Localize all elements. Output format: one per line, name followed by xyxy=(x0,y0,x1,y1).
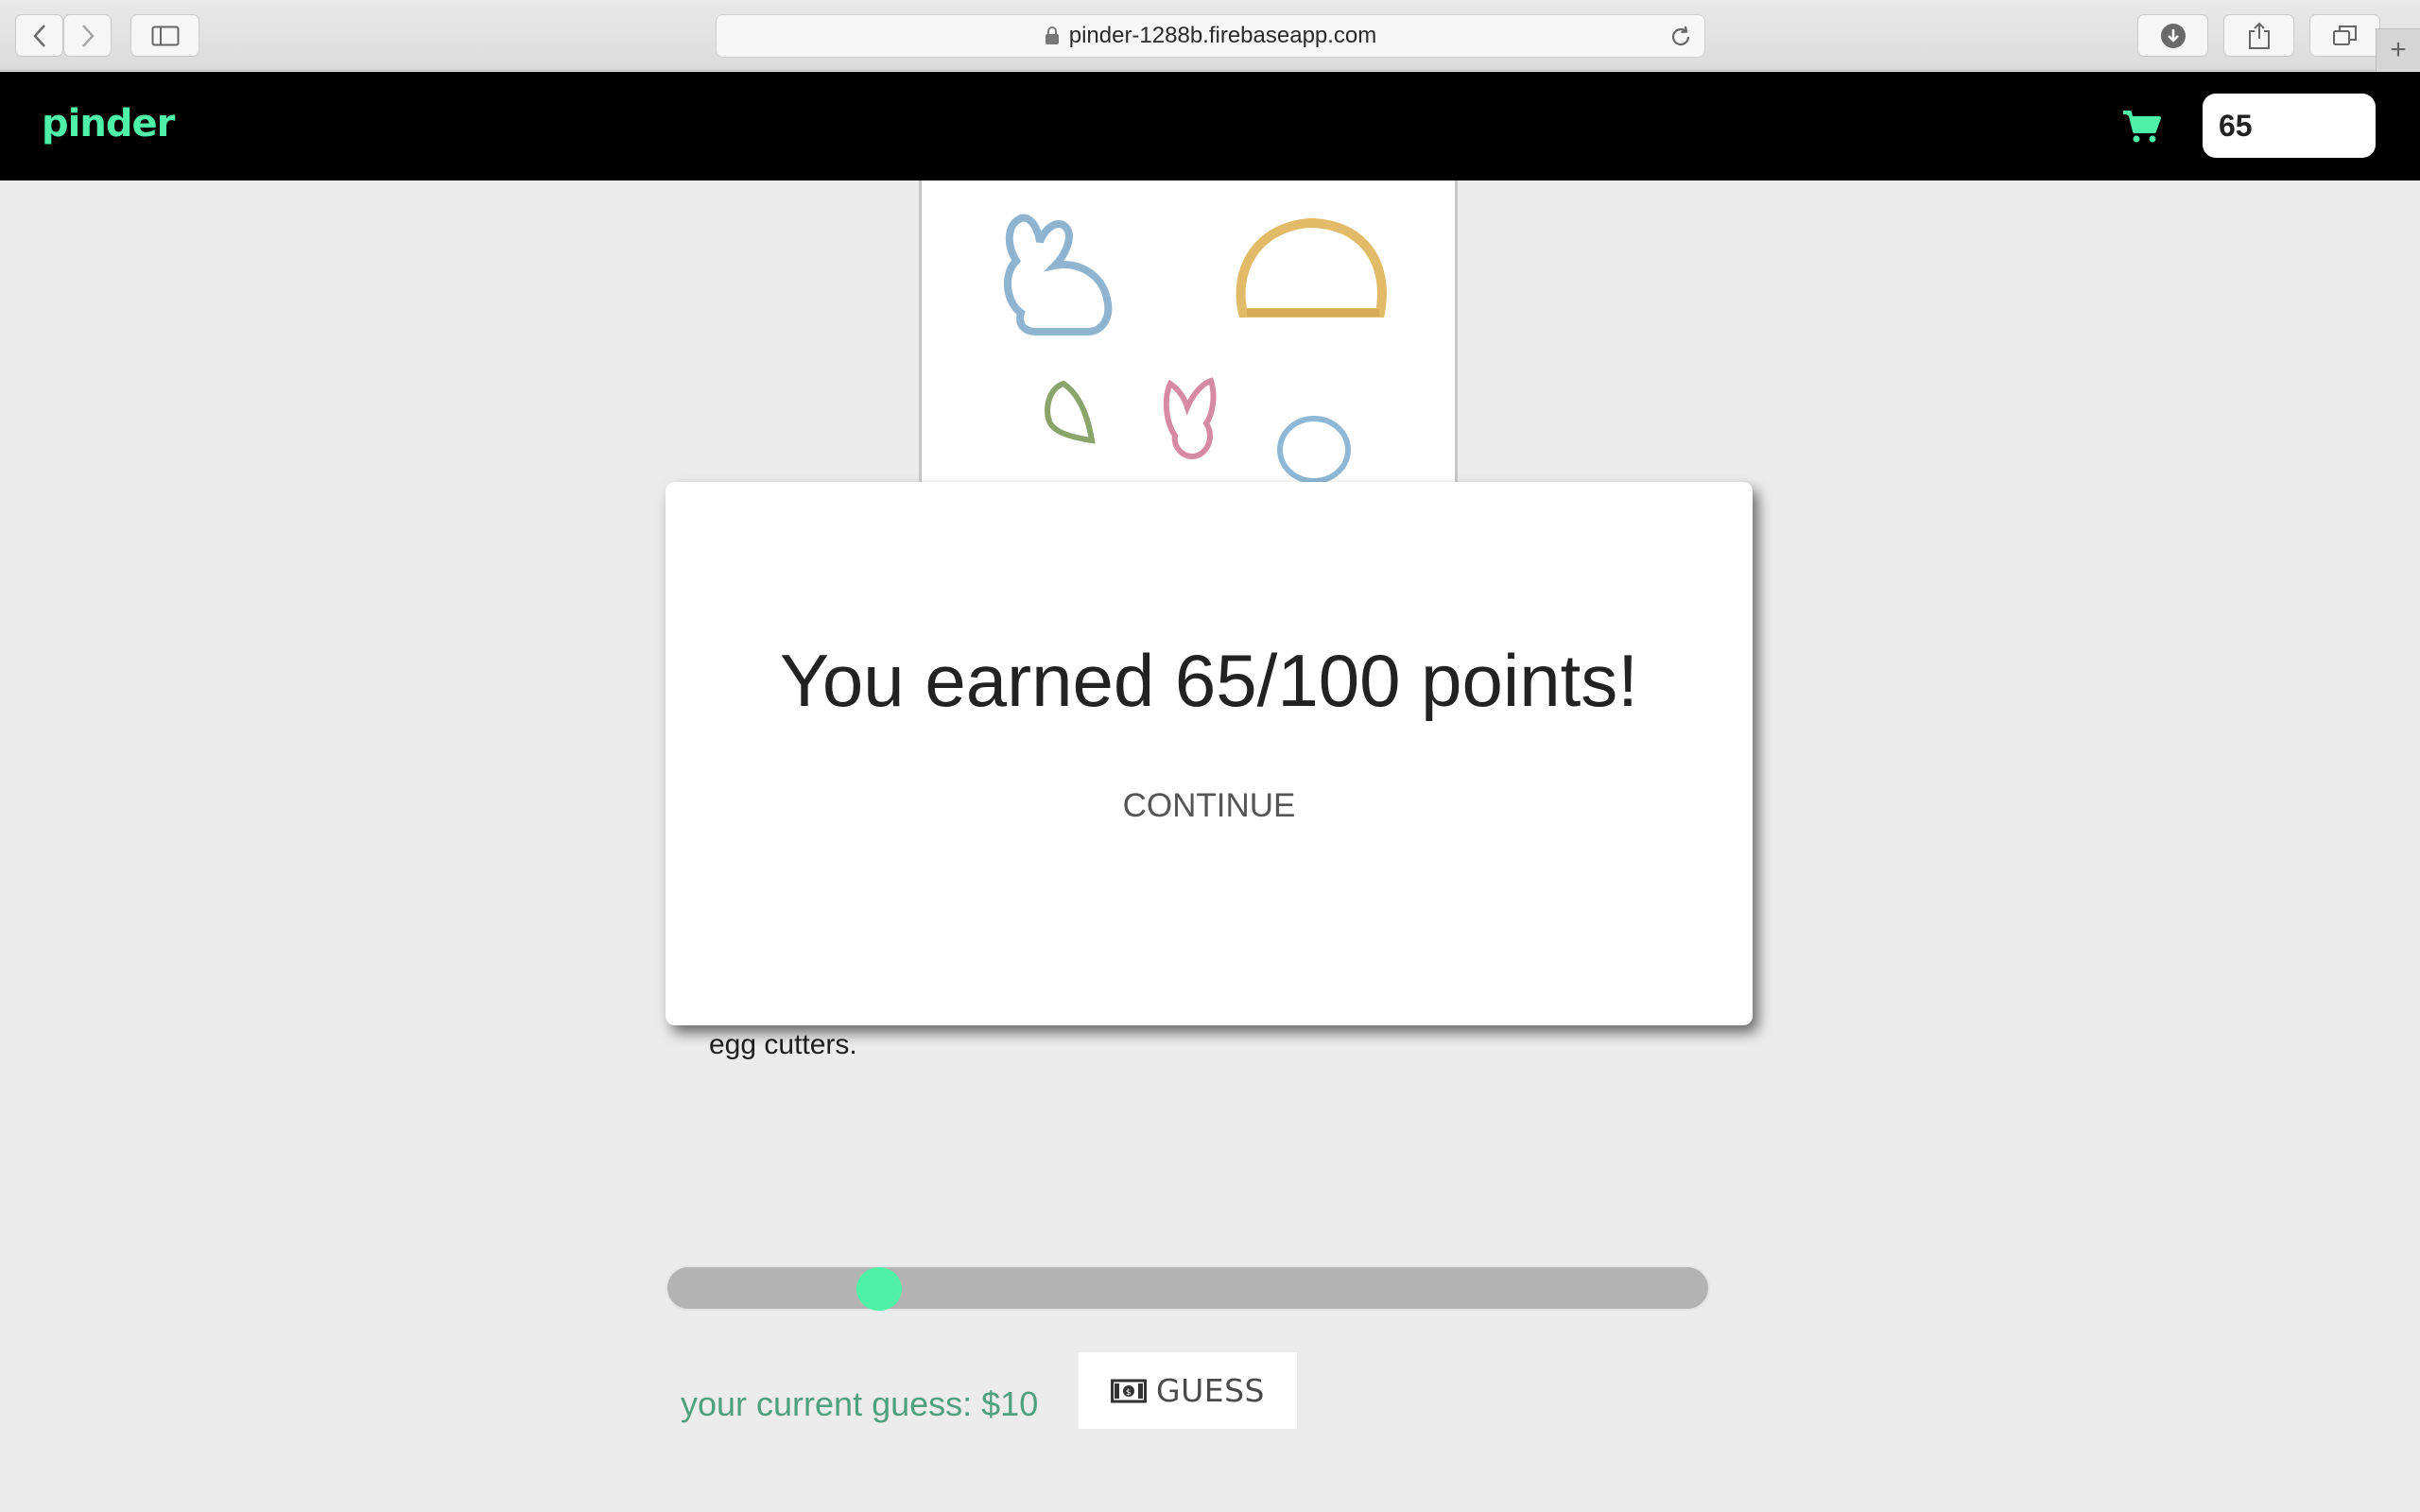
current-guess-text: your current guess: $10 xyxy=(681,1384,1039,1423)
result-title: You earned 65/100 points! xyxy=(780,639,1638,722)
lock-icon xyxy=(1045,26,1059,44)
app-navbar: pinder 65 xyxy=(0,72,2420,180)
price-slider[interactable] xyxy=(666,1265,1710,1311)
chevron-left-icon xyxy=(32,24,45,47)
download-icon xyxy=(2160,23,2186,48)
new-tab-button[interactable]: + xyxy=(2376,28,2420,71)
money-icon: $ xyxy=(1111,1379,1147,1402)
shopping-cart-icon[interactable] xyxy=(2121,110,2161,144)
browser-toolbar: pinder-1288b.firebaseapp.com + xyxy=(0,0,2420,71)
continue-button[interactable]: CONTINUE xyxy=(666,787,1753,825)
product-image xyxy=(919,180,1458,483)
sidebar-button[interactable] xyxy=(130,14,199,57)
cookie-cutters-illustration xyxy=(1003,214,1387,483)
svg-text:$: $ xyxy=(1126,1388,1132,1398)
points-counter: 65 xyxy=(2203,94,2376,158)
chevron-right-icon xyxy=(81,24,95,47)
url-text: pinder-1288b.firebaseapp.com xyxy=(1068,23,1377,48)
product-description: egg cutters. xyxy=(709,1029,857,1060)
app-logo[interactable]: pinder xyxy=(42,102,175,146)
tabs-icon xyxy=(2332,25,2357,45)
back-button[interactable] xyxy=(15,14,63,57)
address-bar[interactable]: pinder-1288b.firebaseapp.com xyxy=(716,14,1705,58)
plus-icon: + xyxy=(2390,34,2407,65)
slider-thumb[interactable] xyxy=(856,1267,902,1311)
result-modal: You earned 65/100 points! CONTINUE xyxy=(666,482,1753,1025)
tabs-overview-button[interactable] xyxy=(2309,14,2380,57)
sidebar-icon xyxy=(151,26,179,45)
forward-button[interactable] xyxy=(63,14,112,57)
guess-button[interactable]: $ GUESS xyxy=(1079,1352,1297,1429)
downloads-button[interactable] xyxy=(2137,14,2208,57)
share-icon xyxy=(2248,22,2270,49)
guess-button-label: GUESS xyxy=(1156,1372,1265,1409)
share-button[interactable] xyxy=(2223,14,2294,57)
reload-icon[interactable] xyxy=(1668,25,1693,49)
